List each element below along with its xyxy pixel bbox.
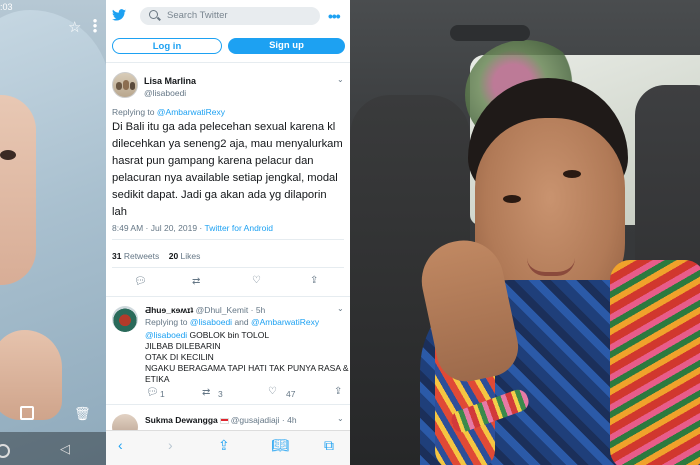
tweet-text: Di Bali itu ga ada pelecehan sexual kare… <box>112 121 343 218</box>
trash-icon[interactable]: 🗑 <box>74 406 91 422</box>
divider <box>106 62 350 63</box>
reply-age: · 5h <box>250 305 266 315</box>
author-name[interactable]: Lisa Marlina <box>144 76 196 86</box>
tweet-stats: 31 Retweets 20 Likes <box>112 251 200 261</box>
replying-to: Replying to @AmbarwatiRexy <box>112 107 225 117</box>
back-arrow-icon[interactable]: ◁ <box>60 441 70 457</box>
forward-icon[interactable]: › <box>168 437 173 453</box>
reply-text: @lisaboedi GOBLOK bin TOLOL JILBAB DILEB… <box>145 330 349 385</box>
share-icon[interactable]: ⇪ <box>334 386 342 397</box>
like-count: 47 <box>286 389 296 399</box>
reply-icon[interactable]: 💬︎ <box>146 387 159 398</box>
android-nav-bar: ◁ <box>0 432 106 465</box>
eye-figure <box>563 170 581 178</box>
replying-prefix: Replying to <box>145 317 190 327</box>
chevron-down-icon[interactable]: ⌄ <box>337 75 344 84</box>
reply-author-name[interactable]: Sukma Dewangga @gusajadiaji · 4h <box>145 415 297 425</box>
search-placeholder: Search Twitter <box>167 10 228 21</box>
reply-count: 1 <box>160 389 165 399</box>
share-icon[interactable]: ⇪ <box>218 437 230 454</box>
reply-author-handle[interactable]: @Dhul_Kemit <box>196 305 249 315</box>
qr-scan-icon[interactable] <box>20 406 34 420</box>
mention-link[interactable]: @lisaboedi <box>145 330 187 340</box>
back-icon[interactable]: ‹ <box>118 437 123 453</box>
avatar[interactable] <box>112 306 138 332</box>
reply-author-name-text: Ƌhuɘ_ĸɘʍɪʇ <box>145 305 194 315</box>
search-icon <box>149 10 158 19</box>
reply-line: GOBLOK bin TOLOL <box>187 330 270 340</box>
chevron-down-icon[interactable]: ⌄ <box>337 414 344 423</box>
divider <box>112 267 344 268</box>
chevron-down-icon[interactable]: ⌄ <box>337 304 344 313</box>
retweet-count: 3 <box>218 389 223 399</box>
browser-toolbar: ‹ › ⇪ 📖︎ ⧉ <box>106 430 350 465</box>
likes-count[interactable]: 20 <box>169 251 178 261</box>
retweets-label[interactable]: Retweets <box>121 251 159 261</box>
indonesia-flag-icon <box>219 417 229 424</box>
tweet-timestamp[interactable]: 8:49 AM · Jul 20, 2019 · <box>112 223 204 233</box>
replying-prefix: Replying to <box>112 107 157 117</box>
retweet-icon[interactable]: ⇄ <box>192 276 200 287</box>
twitter-bird-icon[interactable] <box>112 9 126 21</box>
replying-to-link[interactable]: @lisaboedi <box>190 317 232 327</box>
reply-author-handle[interactable]: @gusajadiaji <box>231 415 280 425</box>
star-icon[interactable]: ☆ <box>68 18 81 36</box>
divider <box>106 296 350 297</box>
likes-label[interactable]: Likes <box>178 251 201 261</box>
twitter-header: Search Twitter ••• <box>106 0 350 32</box>
eye-figure <box>0 150 16 160</box>
reply-line: ETIKA <box>145 374 170 384</box>
reply-line: NGAKU BERAGAMA TAPI HATI TAK PUNYA RASA … <box>145 363 349 373</box>
divider <box>112 239 344 240</box>
right-photo-panel <box>350 0 700 465</box>
bookmarks-icon[interactable]: 📖︎ <box>271 437 289 454</box>
like-icon[interactable]: ♡ <box>252 275 261 286</box>
reply-age: · 4h <box>281 415 297 425</box>
like-icon[interactable]: ♡ <box>268 386 277 397</box>
login-button[interactable]: Log in <box>112 38 222 54</box>
more-vertical-icon[interactable]: • • • <box>92 14 98 37</box>
rearview-mirror <box>450 25 530 41</box>
signup-button[interactable]: Sign up <box>228 38 345 54</box>
tweet-source[interactable]: Twitter for Android <box>204 223 273 233</box>
retweet-icon[interactable]: ⇄ <box>202 387 210 398</box>
search-bar[interactable]: Search Twitter <box>140 7 320 25</box>
reply-author-name[interactable]: Ƌhuɘ_ĸɘʍɪʇ @Dhul_Kemit · 5h <box>145 305 265 315</box>
eye-figure <box>503 195 521 203</box>
avatar[interactable] <box>112 72 138 98</box>
replying-and: and <box>232 317 251 327</box>
face-figure <box>0 95 36 285</box>
replying-to-link[interactable]: @AmbarwatiRexy <box>157 107 225 117</box>
more-horizontal-icon[interactable]: ••• <box>328 8 341 24</box>
reply-line: OTAK DI KECILIN <box>145 352 214 362</box>
home-circle-icon[interactable] <box>0 444 10 458</box>
reply-icon[interactable]: 💬︎ <box>134 276 147 287</box>
reply-line: JILBAB DILEBARIN <box>145 341 221 351</box>
replying-to: Replying to @lisaboedi and @AmbarwatiRex… <box>145 317 319 327</box>
share-icon[interactable]: ⇪ <box>310 275 318 286</box>
left-photo-panel: :03 ☆ • • • 🗑 ◁ <box>0 0 106 465</box>
reply-author-name-text: Sukma Dewangga <box>145 415 218 425</box>
replying-to-link[interactable]: @AmbarwatiRexy <box>251 317 319 327</box>
twitter-screenshot: Search Twitter ••• Log in Sign up Lisa M… <box>106 0 350 465</box>
tweet-meta: 8:49 AM · Jul 20, 2019 · Twitter for And… <box>112 223 273 233</box>
divider <box>106 404 350 405</box>
author-handle[interactable]: @lisaboedi <box>144 88 186 98</box>
status-time: :03 <box>0 2 13 12</box>
tabs-icon[interactable]: ⧉ <box>324 437 334 454</box>
scarf-pattern <box>610 260 700 465</box>
